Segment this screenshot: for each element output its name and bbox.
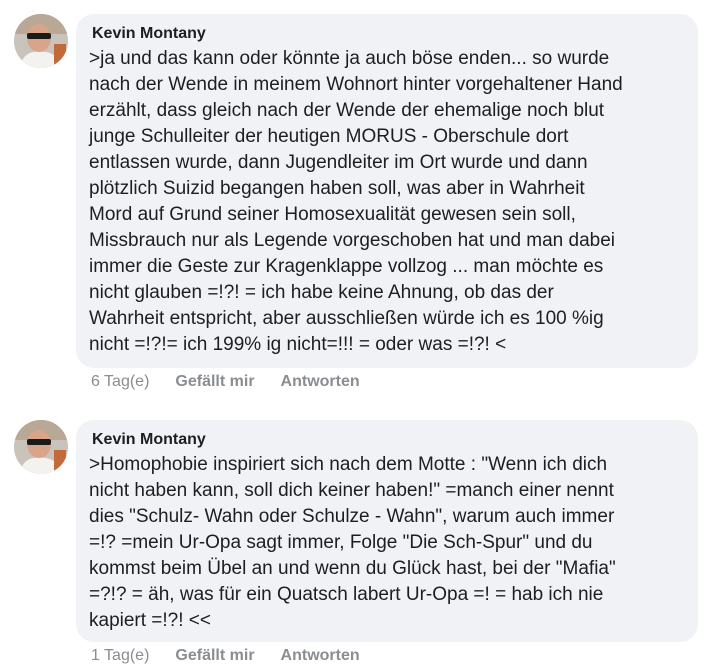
comment-bubble: Kevin Montany >ja und das kann oder könn… bbox=[76, 14, 698, 368]
comment-author[interactable]: Kevin Montany bbox=[92, 430, 684, 450]
comment-actions: 1 Tag(e) Gefällt mir Antworten bbox=[91, 647, 360, 665]
avatar[interactable] bbox=[14, 420, 68, 474]
comment-text: >Homophobie inspiriert sich nach dem Mot… bbox=[89, 454, 616, 631]
comment-bubble: Kevin Montany >Homophobie inspiriert sic… bbox=[76, 420, 698, 642]
comment-author[interactable]: Kevin Montany bbox=[92, 24, 684, 44]
like-button[interactable]: Gefällt mir bbox=[175, 373, 254, 391]
comment-text: >ja und das kann oder könnte ja auch bös… bbox=[89, 48, 623, 355]
comment-timestamp[interactable]: 6 Tag(e) bbox=[91, 373, 149, 391]
comment-timestamp[interactable]: 1 Tag(e) bbox=[91, 647, 149, 665]
reply-button[interactable]: Antworten bbox=[281, 373, 360, 391]
comment-actions: 6 Tag(e) Gefällt mir Antworten bbox=[91, 373, 360, 391]
like-button[interactable]: Gefällt mir bbox=[175, 647, 254, 665]
reply-button[interactable]: Antworten bbox=[281, 647, 360, 665]
avatar[interactable] bbox=[14, 14, 68, 68]
